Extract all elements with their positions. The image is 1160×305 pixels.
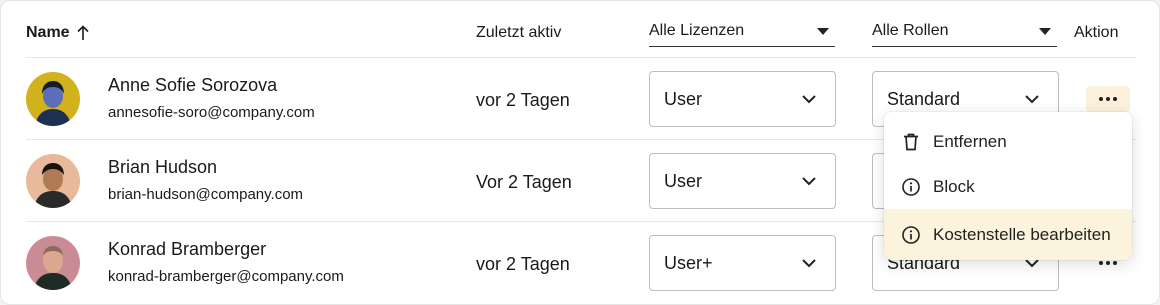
chevron-down-icon [802,259,816,268]
dot [1113,261,1117,265]
license-filter-dropdown[interactable]: Alle Lizenzen [649,22,835,47]
menu-item-edit-cost-center[interactable]: Kostenstelle bearbeiten [884,209,1132,260]
dot [1099,97,1103,101]
caret-down-icon [817,28,829,35]
avatar [26,72,80,126]
user-email: annesofie-soro@company.com [108,104,315,121]
user-name: Konrad Bramberger [108,239,267,259]
last-active: Vor 2 Tagen [476,172,572,192]
column-header-action: Aktion [1074,24,1119,41]
license-select[interactable]: User+ [649,235,836,291]
menu-item-label: Block [933,176,975,196]
roles-filter-dropdown[interactable]: Alle Rollen [872,22,1057,47]
dot [1113,97,1117,101]
user-table-card: Name Zuletzt aktiv Alle Lizenzen Alle Ro… [0,0,1160,305]
menu-item-block[interactable]: Block [884,164,1132,209]
menu-item-label: Entfernen [933,131,1007,151]
roles-filter-label: Alle Rollen [872,22,949,39]
menu-item-remove[interactable]: Entfernen [884,119,1132,164]
license-select[interactable]: User [649,71,836,127]
dot [1106,261,1110,265]
avatar [26,154,80,208]
user-email: konrad-bramberger@company.com [108,268,344,285]
avatar [26,236,80,290]
role-select-value: Standard [887,88,961,109]
more-actions-button[interactable] [1086,86,1130,112]
column-header-name-label: Name [26,24,70,41]
license-select-value: User [664,88,703,109]
caret-down-icon [1039,28,1051,35]
user-email: brian-hudson@company.com [108,186,304,203]
trash-icon [904,133,918,150]
actions-menu: Entfernen Block Kostenstelle bearbeiten [884,112,1132,260]
user-name: Anne Sofie Sorozova [108,75,278,95]
last-active: vor 2 Tagen [476,90,570,110]
user-name: Brian Hudson [108,157,218,177]
chevron-down-icon [802,95,816,104]
column-header-name[interactable]: Name [26,24,90,42]
dot [1099,261,1103,265]
license-filter-label: Alle Lizenzen [649,22,745,39]
last-active: vor 2 Tagen [476,254,570,274]
chevron-down-icon [802,177,816,186]
license-select[interactable]: User [649,153,836,209]
info-icon [902,225,920,244]
menu-item-label: Kostenstelle bearbeiten [933,224,1111,244]
dot [1106,97,1110,101]
license-select-value: User [664,170,703,191]
arrow-up-icon [77,25,89,40]
column-header-last-active: Zuletzt aktiv [476,24,562,41]
info-icon [902,177,920,196]
chevron-down-icon [1025,95,1039,104]
license-select-value: User+ [664,252,713,273]
